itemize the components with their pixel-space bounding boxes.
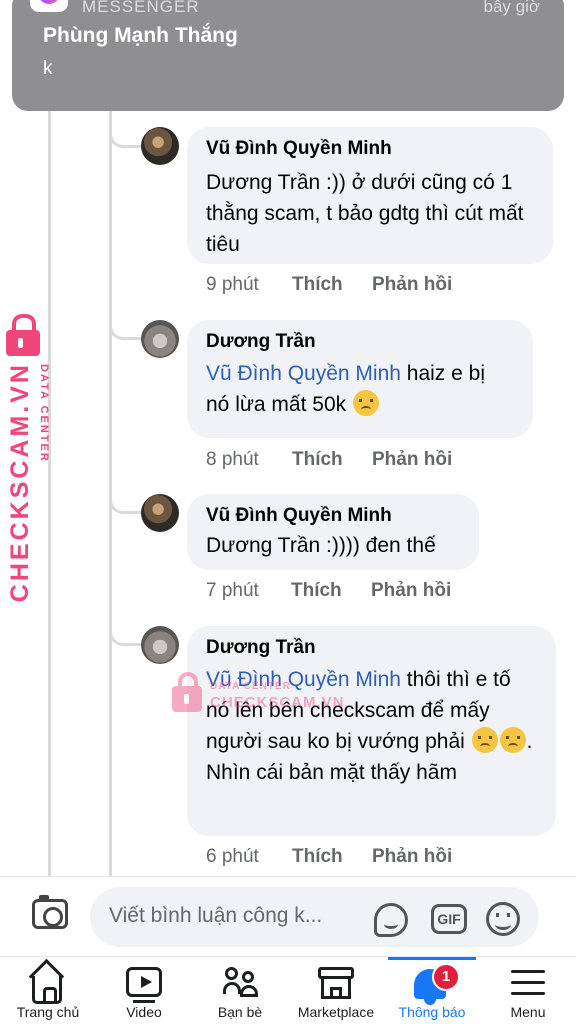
gif-icon[interactable]: GIF <box>431 904 467 934</box>
reply-button[interactable]: Phản hồi <box>372 449 452 471</box>
avatar[interactable] <box>141 494 179 532</box>
nav-label: Trang chủ <box>16 1004 80 1020</box>
lock-icon <box>172 672 202 712</box>
nav-marketplace[interactable]: Marketplace <box>288 957 384 1024</box>
nav-label: Video <box>126 1004 162 1020</box>
like-button[interactable]: Thích <box>292 846 343 868</box>
notification-badge: 1 <box>432 963 460 991</box>
thread-branch <box>109 120 141 148</box>
thread-branch <box>109 618 141 646</box>
comment-text: Dương Trần :)) ở dưới cũng có 1 thằng sc… <box>206 171 524 256</box>
comment-bubble: Dương Trần Vũ Đình Quyền Minh haiz e bị … <box>187 320 533 438</box>
comment-text: Vũ Đình Quyền Minh haiz e bị nó lừa mất … <box>206 358 514 420</box>
nav-friends[interactable]: Bạn bè <box>192 957 288 1024</box>
watermark-brand: CHECKSCAM.VN <box>6 362 34 603</box>
messenger-icon <box>30 0 68 12</box>
sticker-icon[interactable] <box>374 903 408 937</box>
comment-bubble: Dương Trần Vũ Đình Quyền Minh thôi thì e… <box>187 626 556 836</box>
mention-link[interactable]: Vũ Đình Quyền Minh <box>206 362 401 385</box>
nav-label: Marketplace <box>297 1004 375 1020</box>
reply-button[interactable]: Phản hồi <box>371 580 451 602</box>
comment-author[interactable]: Dương Trần <box>206 636 537 660</box>
home-icon <box>32 976 62 1004</box>
comment-author[interactable]: Vũ Đình Quyền Minh <box>206 504 460 528</box>
comment-author[interactable]: Vũ Đình Quyền Minh <box>206 137 534 161</box>
comment-bubble: Vũ Đình Quyền Minh Dương Trần :)) ở dưới… <box>187 127 553 264</box>
avatar[interactable] <box>141 127 179 165</box>
disappointed-face-emoji <box>471 727 498 753</box>
reply-button[interactable]: Phản hồi <box>372 274 452 296</box>
friends-icon <box>223 967 259 999</box>
comment-composer: Viết bình luận công k... GIF <box>0 876 576 956</box>
thread-line-inner <box>109 90 112 880</box>
avatar[interactable] <box>141 626 179 664</box>
comment-text: Dương Trần :)))) đen thế <box>206 534 436 557</box>
comment-input-placeholder: Viết bình luận công k... <box>109 904 323 927</box>
watermark-left: CHECKSCAM.VN DATA CENTER <box>4 312 64 602</box>
comment-time: 7 phút <box>206 580 259 601</box>
nav-label: Bạn bè <box>217 1004 263 1020</box>
marketplace-icon <box>318 967 354 1001</box>
nav-label: Thông báo <box>398 1004 466 1020</box>
avatar[interactable] <box>141 320 179 358</box>
disappointed-face-emoji <box>352 390 379 416</box>
messenger-notification[interactable]: MESSENGER bây giờ Phùng Mạnh Thắng k <box>12 0 564 111</box>
comment-author[interactable]: Dương Trần <box>206 330 514 354</box>
camera-icon[interactable] <box>32 895 68 929</box>
watermark-tagline: DATA CENTER <box>38 364 50 463</box>
comment-time: 8 phút <box>206 449 259 470</box>
notification-app-name: MESSENGER <box>82 0 200 16</box>
nav-home[interactable]: Trang chủ <box>0 957 96 1024</box>
thread-branch <box>109 312 141 340</box>
reply-button[interactable]: Phản hồi <box>372 846 452 868</box>
thread-branch <box>109 486 141 514</box>
notification-sender: Phùng Mạnh Thắng <box>43 24 238 47</box>
lock-icon <box>6 314 40 356</box>
like-button[interactable]: Thích <box>292 274 343 296</box>
menu-icon <box>511 970 545 996</box>
nav-menu[interactable]: Menu <box>480 957 576 1024</box>
notification-time: bây giờ <box>483 0 540 16</box>
video-icon <box>126 967 162 1003</box>
nav-video[interactable]: Video <box>96 957 192 1024</box>
watermark-tagline: DATA CENTER <box>210 681 291 692</box>
nav-notifications[interactable]: Thông báo <box>384 957 480 1024</box>
notification-message: k <box>43 58 53 79</box>
comment-input[interactable]: Viết bình luận công k... GIF <box>90 887 539 947</box>
nav-label: Menu <box>510 1004 546 1020</box>
comment-time: 6 phút <box>206 846 259 867</box>
like-button[interactable]: Thích <box>292 449 343 471</box>
like-button[interactable]: Thích <box>291 580 342 602</box>
watermark-center: DATA CENTER CHECKSCAM.VN <box>172 672 372 722</box>
comment-bubble: Vũ Đình Quyền Minh Dương Trần :)))) đen … <box>187 494 479 570</box>
watermark-brand: CHECKSCAM.VN <box>210 694 345 711</box>
disappointed-face-emoji <box>499 727 526 753</box>
emoji-icon[interactable] <box>486 902 520 936</box>
bottom-nav: Trang chủ Video Bạn bè Marketplace Thông… <box>0 956 576 1024</box>
comment-time: 9 phút <box>206 274 259 295</box>
